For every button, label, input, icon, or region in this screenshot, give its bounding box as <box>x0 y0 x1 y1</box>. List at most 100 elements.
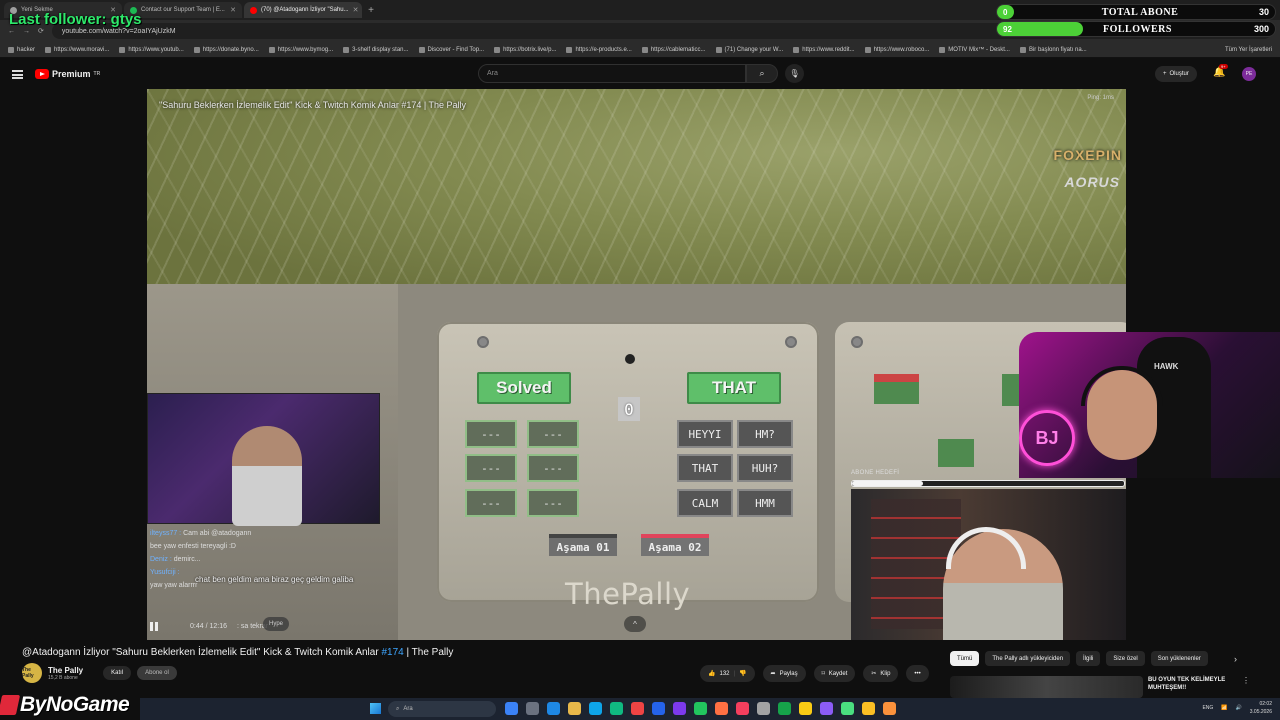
forward-icon[interactable]: → <box>23 28 30 35</box>
bookmark-item[interactable]: https://www.bymog... <box>268 46 333 53</box>
voice-search-button[interactable]: 🎙 <box>785 64 804 83</box>
screen: Yeni Sekme ✕ Contact our Support Team | … <box>0 0 1280 720</box>
taskbar-app-icon[interactable] <box>652 702 665 715</box>
more-vert-icon[interactable]: ⋮ <box>1242 676 1250 698</box>
language-indicator[interactable]: ENG <box>1202 705 1213 711</box>
filter-chip[interactable]: Tümü <box>950 651 980 666</box>
bookmark-favicon-icon <box>1019 46 1026 53</box>
bookmark-item[interactable]: https://www.moravi... <box>45 46 109 53</box>
taskbar-app-icon[interactable] <box>778 702 791 715</box>
goal-total-abone: 0 TOTAL ABONE 30 <box>996 4 1276 20</box>
taskbar-app-icon[interactable] <box>631 702 644 715</box>
chat-message: Deniz : demirc... <box>150 553 382 566</box>
pause-icon[interactable] <box>150 621 158 631</box>
bookmark-item[interactable]: 3-shelf display stan... <box>343 46 409 53</box>
create-button[interactable]: + Oluştur <box>1155 66 1197 82</box>
tab-close-icon[interactable]: ✕ <box>230 6 236 14</box>
game-slot: --- <box>527 420 579 448</box>
taskbar-app-icon[interactable] <box>568 702 581 715</box>
bookmark-item[interactable]: hacker <box>8 46 35 53</box>
filter-chip[interactable]: The Pally adlı yükleyiciden <box>985 651 1071 666</box>
taskbar-search[interactable]: ⌕ Ara <box>388 701 496 717</box>
taskbar-app-icon[interactable] <box>547 702 560 715</box>
tab-close-icon[interactable]: ✕ <box>353 6 359 14</box>
search-button[interactable]: ⌕ <box>746 64 778 83</box>
bookmark-item[interactable]: (71) Change your W... <box>715 46 783 53</box>
taskbar-app-icon[interactable] <box>589 702 602 715</box>
chat-username: Deniz : <box>150 556 172 563</box>
windows-start-icon[interactable] <box>370 703 381 714</box>
wifi-icon[interactable]: 📶 <box>1221 705 1227 711</box>
game-word: HMM <box>737 489 793 517</box>
save-button[interactable]: ⌑ Kaydet <box>813 665 856 682</box>
like-button[interactable]: 👍 132 | 👎 <box>700 665 755 682</box>
taskbar-app-icon[interactable] <box>883 702 896 715</box>
browser-tab-active[interactable]: (70) @Atadogann İzliyor "Sahu... ✕ <box>244 2 362 18</box>
new-tab-button[interactable]: + <box>364 5 378 16</box>
bookmark-item[interactable]: Bir başlonn fiyatı na... <box>1019 46 1087 53</box>
youtube-logo[interactable]: Premium TR <box>35 69 100 79</box>
clip-button[interactable]: ✂ Klip <box>863 665 899 682</box>
taskbar-app-icon[interactable] <box>841 702 854 715</box>
taskbar-app-icon[interactable] <box>736 702 749 715</box>
notifications-button[interactable]: 🔔 9+ <box>1213 64 1228 78</box>
clock-date: 3.05.2026 <box>1249 709 1272 715</box>
game-stage-1: Aşama 01 <box>549 534 617 556</box>
chat-text: bee yaw enfesti tereyagli :D <box>150 543 236 550</box>
taskbar-app-icon[interactable] <box>673 702 686 715</box>
subscribe-button[interactable]: Abone ol <box>137 666 177 680</box>
bookmark-item[interactable]: https://www.youtub... <box>119 46 184 53</box>
taskbar-app-icon[interactable] <box>526 702 539 715</box>
chevron-right-icon[interactable]: › <box>1234 654 1237 664</box>
recommended-thumbnail[interactable] <box>950 676 1143 698</box>
reload-icon[interactable]: ⟳ <box>38 27 44 35</box>
recommended-title[interactable]: BU OYUN TEK KELİMEYLE MUHTEŞEM!! <box>1148 676 1237 698</box>
taskbar-app-icon[interactable] <box>820 702 833 715</box>
hashtag-link[interactable]: #174 <box>381 647 403 658</box>
bookmark-item[interactable]: https://cablematicc... <box>641 46 706 53</box>
bookmark-item[interactable]: Discover - Find Top... <box>418 46 484 53</box>
channel-name[interactable]: The Pally <box>48 666 83 675</box>
share-icon: ➦ <box>770 671 776 677</box>
taskbar-app-icon[interactable] <box>610 702 623 715</box>
taskbar-app-icon[interactable] <box>757 702 770 715</box>
bookmark-item[interactable]: https://www.roboco... <box>864 46 929 53</box>
bookmark-item[interactable]: MOTIV Mix™ - Deskt... <box>939 46 1010 53</box>
channel-subscribers: 15,2 B abone <box>48 674 78 681</box>
sponsor-foxepin: FOXEPIN <box>1053 147 1122 163</box>
bookmark-item[interactable]: https://donate.byno... <box>193 46 259 53</box>
thumbs-down-icon[interactable]: 👎 <box>739 670 746 677</box>
filter-chip[interactable]: Son yüklenenler <box>1150 651 1208 666</box>
recommended-video[interactable]: BU OYUN TEK KELİMEYLE MUHTEŞEM!! ⋮ <box>950 676 1250 698</box>
join-button[interactable]: Katıl <box>103 666 132 680</box>
menu-icon[interactable] <box>12 69 23 79</box>
taskbar-app-icon[interactable] <box>862 702 875 715</box>
filter-chip[interactable]: Size özel <box>1106 651 1145 666</box>
taskbar-app-icon[interactable] <box>505 702 518 715</box>
channel-avatar[interactable]: The Pally <box>22 663 42 683</box>
search-icon: ⌕ <box>396 705 400 712</box>
volume-icon[interactable]: 🔊 <box>1236 705 1242 711</box>
game-that-button: THAT <box>687 372 781 404</box>
video-time: 0:44 / 12:16 <box>190 622 227 630</box>
search-input[interactable]: Ara <box>478 64 746 83</box>
back-icon[interactable]: ← <box>8 28 15 35</box>
more-actions-button[interactable]: ••• <box>906 665 929 682</box>
taskbar-app-icon[interactable] <box>715 702 728 715</box>
ping-readout: Ping: 1ms <box>1087 95 1114 101</box>
hype-button[interactable]: Hype <box>263 617 290 631</box>
plus-icon: + <box>1163 71 1167 77</box>
expand-chevron-icon[interactable]: ^ <box>624 616 646 632</box>
game-slot: --- <box>465 489 517 517</box>
taskbar-app-icon[interactable] <box>799 702 812 715</box>
bookmark-item[interactable]: https://www.reddit... <box>793 46 855 53</box>
share-button[interactable]: ➦ Paylaş <box>762 665 806 682</box>
bookmark-item[interactable]: https://e-products.e... <box>566 46 632 53</box>
all-bookmarks-button[interactable]: Tüm Yer İşaretleri <box>1225 47 1272 53</box>
bookmark-item[interactable]: https://botrix.live/p... <box>494 46 556 53</box>
thumbs-up-icon: 👍 <box>708 671 716 677</box>
account-avatar[interactable]: PE <box>1242 67 1256 81</box>
taskbar-app-icon[interactable] <box>694 702 707 715</box>
clock[interactable]: 02:02 3.05.2026 <box>1250 700 1272 716</box>
filter-chip[interactable]: İlgili <box>1076 651 1101 666</box>
